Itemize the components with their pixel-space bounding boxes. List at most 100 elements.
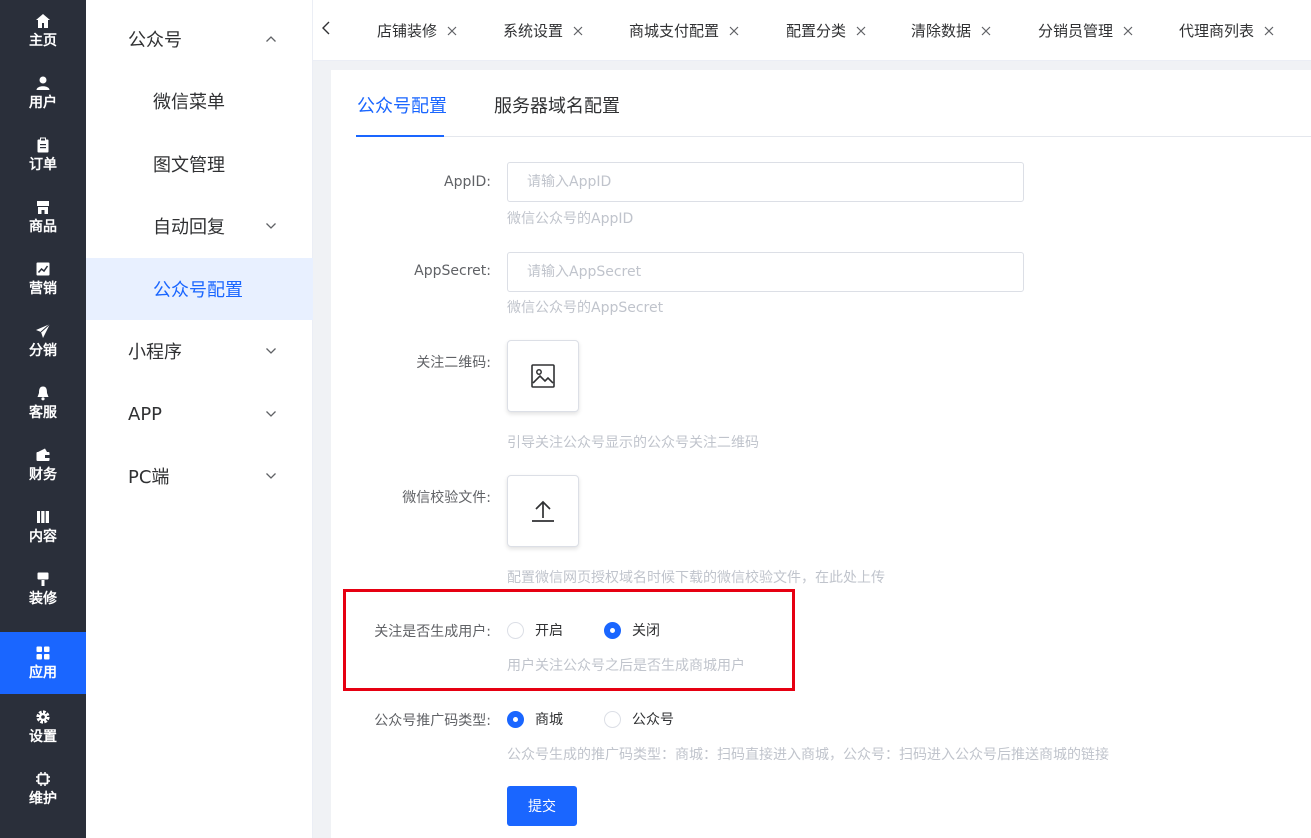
chevron-down-icon [266,348,276,354]
rail-label: 内容 [29,529,57,545]
close-icon[interactable] [573,26,583,36]
book-icon [37,511,49,523]
chevron-down-icon [266,473,276,479]
radio-label: 公众号 [632,712,674,728]
store-icon [37,201,49,214]
appsecret-input[interactable] [507,252,1024,292]
submenu-item-mini-program[interactable]: 小程序 [86,320,313,382]
config-card: 公众号配置 服务器域名配置 AppID: 微信公众号的AppID AppSecr… [331,70,1311,838]
submenu-label: 图文管理 [153,155,225,176]
upload-icon [532,500,554,522]
tab-config-category[interactable]: 配置分类 [786,0,866,61]
highlight-annotation-box [343,589,795,691]
close-icon[interactable] [1264,26,1274,36]
rail-label: 商品 [29,219,57,235]
rail-label: 订单 [29,157,57,173]
tab-payment-config[interactable]: 商城支付配置 [629,0,739,61]
rail-label: 主页 [29,33,57,49]
tab-clear-data[interactable]: 清除数据 [911,0,991,61]
rail-item-order[interactable]: 订单 [0,124,86,186]
submit-button[interactable]: 提交 [507,786,577,826]
verify-file-label: 微信校验文件: [402,490,491,506]
submenu-label: 微信菜单 [153,92,225,113]
submenu-item-wechat-menu[interactable]: 微信菜单 [86,70,313,132]
submenu-item-auto-reply[interactable]: 自动回复 [86,195,313,257]
chart-icon [36,262,50,276]
verify-file-uploader[interactable] [507,475,579,547]
close-icon[interactable] [981,26,991,36]
promo-type-label: 公众号推广码类型: [374,713,491,729]
close-icon[interactable] [856,26,866,36]
clipboard-icon [37,137,49,153]
brush-icon [37,572,49,586]
submenu-label: APP [128,403,163,425]
rail-item-distribution[interactable]: 分销 [0,310,86,372]
image-icon [531,364,555,388]
chip-icon [36,772,50,786]
appid-label: AppID: [444,174,491,190]
submenu-item-app[interactable]: APP [86,383,313,445]
rail-item-goods[interactable]: 商品 [0,186,86,248]
rail-label: 装修 [29,591,57,607]
secondary-menu: 公众号 微信菜单 图文管理 自动回复 公众号配置 小程序 APP PC端 [86,0,313,838]
promo-type-hint: 公众号生成的推广码类型：商城：扫码直接进入商城，公众号：扫码进入公众号后推送商城… [507,747,1109,763]
rail-item-content[interactable]: 内容 [0,496,86,558]
submenu-item-official-account[interactable]: 公众号 [86,8,313,70]
rail-item-maintenance[interactable]: 维护 [0,758,86,820]
qrcode-uploader[interactable] [507,340,579,412]
close-icon[interactable] [1123,26,1133,36]
submenu-label: 小程序 [128,342,182,363]
rail-label: 维护 [29,791,57,807]
chevron-down-icon [266,223,276,229]
submenu-label: 公众号配置 [153,280,243,301]
rail-item-decoration[interactable]: 装修 [0,558,86,620]
rail-item-user[interactable]: 用户 [0,62,86,124]
home-icon [36,14,50,28]
radio-label: 商城 [535,712,563,728]
apps-icon [36,646,50,660]
tab-shop-decoration[interactable]: 店铺装修 [377,0,457,61]
tab-label: 清除数据 [911,22,972,40]
promo-type-mall-radio[interactable]: 商城 [507,709,563,729]
submenu-item-article-management[interactable]: 图文管理 [86,133,313,195]
rail-item-apps[interactable]: 应用 [0,632,86,694]
tab-label: 分销员管理 [1038,22,1114,40]
appid-input[interactable] [507,162,1024,202]
submenu-item-account-config[interactable]: 公众号配置 [86,258,313,320]
send-icon [36,323,51,338]
verify-file-hint: 配置微信网页授权域名时候下载的微信校验文件，在此处上传 [507,570,885,586]
rail-item-service[interactable]: 客服 [0,372,86,434]
radio-circle [604,710,621,728]
appsecret-hint: 微信公众号的AppSecret [507,300,664,316]
rail-item-marketing[interactable]: 营销 [0,248,86,310]
submenu-label: 公众号 [128,30,182,51]
tab-distributor-management[interactable]: 分销员管理 [1038,0,1133,61]
user-icon [36,76,50,90]
page-tab-bar: 店铺装修 系统设置 商城支付配置 配置分类 清除数据 分销员管理 代理商列表 [313,0,1311,61]
chevron-left-icon[interactable] [319,18,333,38]
main-nav-rail: 主页 用户 订单 商品 营销 分销 客服 财务 内容 装修 应用 设置 维护 [0,0,86,838]
tab-agent-list[interactable]: 代理商列表 [1179,0,1274,61]
close-icon[interactable] [729,26,739,36]
tab-system-settings[interactable]: 系统设置 [503,0,583,61]
promo-type-account-radio[interactable]: 公众号 [604,709,674,729]
close-icon[interactable] [447,26,457,36]
rail-label: 财务 [29,467,57,483]
qrcode-label: 关注二维码: [416,355,491,371]
rail-item-home[interactable]: 主页 [0,0,86,62]
gear-icon [36,710,50,724]
tab-divider [356,136,1311,137]
tab-label: 系统设置 [503,22,564,40]
submenu-item-pc[interactable]: PC端 [86,445,313,507]
appsecret-label: AppSecret: [414,263,491,279]
rail-item-finance[interactable]: 财务 [0,434,86,496]
rail-item-settings[interactable]: 设置 [0,696,86,758]
tab-label: 代理商列表 [1179,22,1255,40]
tab-label: 商城支付配置 [629,22,720,40]
rail-label: 客服 [29,405,57,421]
rail-label: 营销 [29,281,57,297]
content-tab-account-config[interactable]: 公众号配置 [357,92,447,132]
chevron-down-icon [266,411,276,417]
content-tab-server-domain[interactable]: 服务器域名配置 [494,92,620,132]
radio-circle [507,710,524,728]
